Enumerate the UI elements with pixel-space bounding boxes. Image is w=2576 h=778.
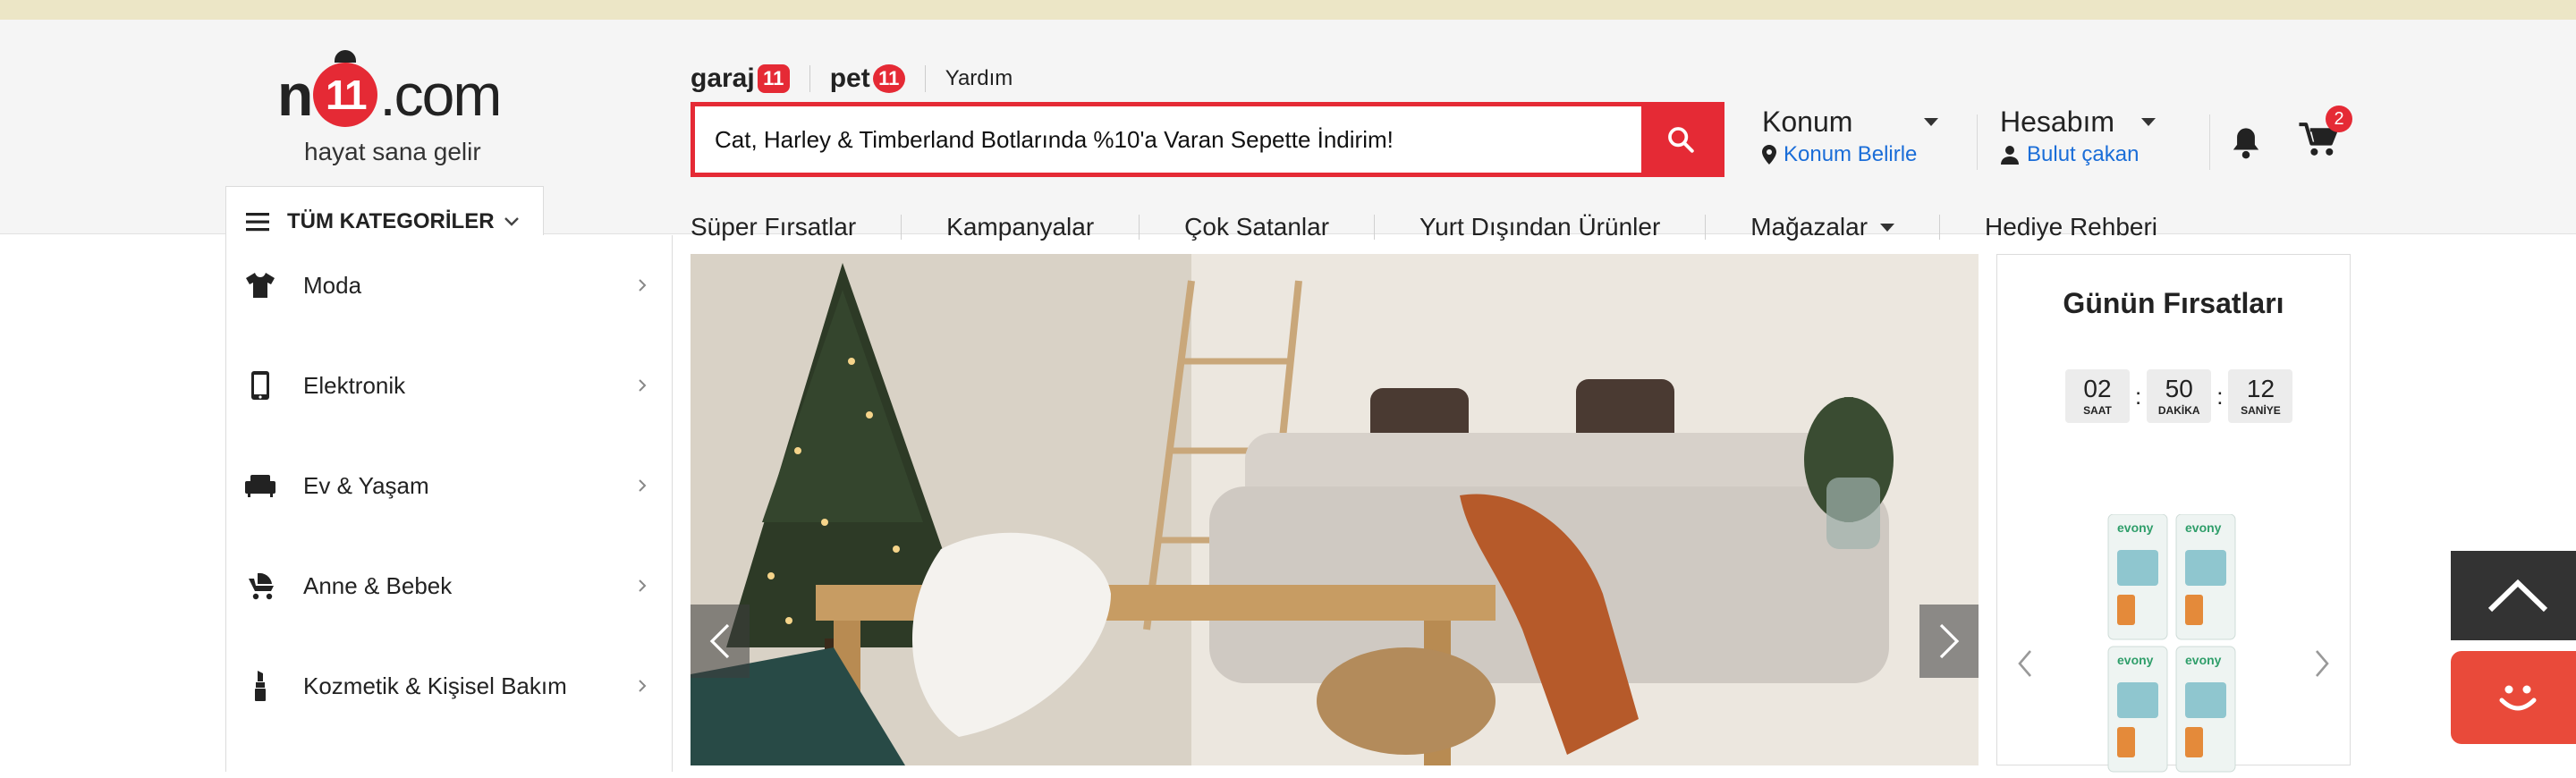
divider: [924, 65, 926, 92]
svg-text:evony: evony: [2117, 520, 2154, 535]
nav-gift-guide[interactable]: Hediye Rehberi: [1985, 213, 2157, 241]
chevron-down-icon: [504, 216, 519, 226]
chevron-left-icon: [2018, 650, 2031, 677]
location-selector[interactable]: Konum Konum Belirle: [1762, 106, 1939, 177]
nav-campaigns[interactable]: Kampanyalar: [946, 213, 1094, 241]
countdown-timer: 02 SAAT : 50 DAKİKA : 12 SANİYE: [2065, 369, 2293, 423]
chevron-right-icon: [1939, 623, 1960, 659]
divider: [2209, 114, 2210, 170]
divider: [901, 215, 902, 240]
search-button[interactable]: [1641, 106, 1720, 173]
search-input[interactable]: [695, 106, 1641, 173]
divider: [1374, 215, 1376, 240]
svg-text:evony: evony: [2185, 653, 2222, 667]
cart-count-badge: 2: [2326, 106, 2352, 132]
nav-imported-products[interactable]: Yurt Dışından Ürünler: [1419, 213, 1660, 241]
chevron-down-icon: [2141, 118, 2157, 126]
help-link[interactable]: Yardım: [945, 66, 1013, 91]
main-navigation: Süper Fırsatlar Kampanyalar Çok Satanlar…: [691, 207, 2157, 247]
sofa-icon: [244, 469, 276, 502]
daily-deals-title: Günün Fırsatları: [2063, 287, 2284, 319]
n11-logo[interactable]: n 11 .com hayat sana gelir: [277, 50, 510, 165]
set-location-link[interactable]: Konum Belirle: [1784, 142, 1917, 167]
chevron-right-icon: [639, 379, 647, 392]
timer-minutes: 50: [2165, 375, 2193, 402]
category-sidebar: Moda Elektronik Ev & Yaşam Anne & Bebek …: [225, 235, 673, 772]
timer-seconds: 12: [2246, 375, 2275, 402]
smiley-chat-icon: [2499, 685, 2537, 711]
search-icon: [1668, 127, 1694, 153]
svg-text:evony: evony: [2185, 520, 2222, 535]
search-bar: [691, 102, 1724, 177]
divider: [809, 65, 810, 92]
bedroom-christmas-photo: [691, 254, 1979, 765]
sidebar-item-moda[interactable]: Moda: [226, 235, 672, 335]
nav-best-sellers[interactable]: Çok Satanlar: [1184, 213, 1329, 241]
hamburger-menu-icon: [246, 212, 269, 231]
banner-prev-button[interactable]: [691, 605, 750, 678]
diaper-packs-image: evony evony evony evony: [2107, 513, 2236, 773]
daily-deals-panel: Günün Fırsatları 02 SAAT : 50 DAKİKA : 1…: [1996, 254, 2351, 773]
user-icon: [2001, 146, 2019, 165]
account-name[interactable]: Bulut çakan: [2027, 142, 2139, 167]
nav-super-deals[interactable]: Süper Fırsatlar: [691, 213, 856, 241]
deal-product-image[interactable]: evony evony evony evony: [2105, 513, 2239, 774]
account-menu[interactable]: Hesabım Bulut çakan: [2000, 106, 2157, 177]
pet11-link[interactable]: pet 11: [830, 63, 905, 94]
svg-text:evony: evony: [2117, 653, 2154, 667]
chevron-down-icon: [1880, 223, 1895, 232]
top-announcement-strip: [0, 0, 2576, 20]
site-header: n 11 .com hayat sana gelir garaj 11 pet 11…: [0, 20, 2576, 256]
divider: [1139, 215, 1140, 240]
map-pin-icon: [1762, 145, 1776, 165]
banner-next-button[interactable]: [1919, 605, 1979, 678]
deals-next-button[interactable]: [2314, 648, 2330, 683]
tshirt-icon: [244, 269, 276, 301]
sidebar-item-ev-yasam[interactable]: Ev & Yaşam: [226, 436, 672, 536]
top-links: garaj 11 pet 11 Yardım: [691, 61, 1013, 97]
sidebar-item-elektronik[interactable]: Elektronik: [226, 335, 672, 436]
support-chat-button[interactable]: [2451, 651, 2576, 744]
chevron-right-icon: [639, 680, 647, 692]
sidebar-item-kozmetik[interactable]: Kozmetik & Kişisel Bakım: [226, 636, 672, 736]
divider: [1705, 215, 1707, 240]
phone-icon: [244, 369, 276, 402]
divider: [1939, 215, 1941, 240]
notifications-button[interactable]: [2231, 125, 2261, 164]
chevron-right-icon: [639, 279, 647, 292]
chevron-up-icon: [2487, 579, 2548, 613]
sidebar-item-anne-bebek[interactable]: Anne & Bebek: [226, 536, 672, 636]
ladybug-logo-icon: 11: [313, 50, 378, 127]
deals-prev-button[interactable]: [2017, 648, 2033, 683]
bell-icon: [2233, 128, 2259, 159]
scroll-to-top-button[interactable]: [2451, 551, 2576, 640]
paw-icon: 11: [872, 64, 905, 93]
lipstick-icon: [244, 670, 276, 702]
stroller-icon: [244, 570, 276, 602]
nav-stores[interactable]: Mağazalar: [1750, 213, 1895, 241]
logo-slogan: hayat sana gelir: [304, 138, 481, 165]
chevron-left-icon: [709, 623, 730, 659]
garaj11-link[interactable]: garaj 11: [691, 63, 790, 94]
hero-banner[interactable]: [691, 254, 1979, 765]
timer-hours: 02: [2083, 375, 2112, 402]
divider: [1977, 114, 1978, 170]
chevron-down-icon: [1924, 118, 1939, 126]
chevron-right-icon: [639, 479, 647, 492]
chevron-right-icon: [2316, 650, 2329, 677]
chevron-right-icon: [639, 579, 647, 592]
